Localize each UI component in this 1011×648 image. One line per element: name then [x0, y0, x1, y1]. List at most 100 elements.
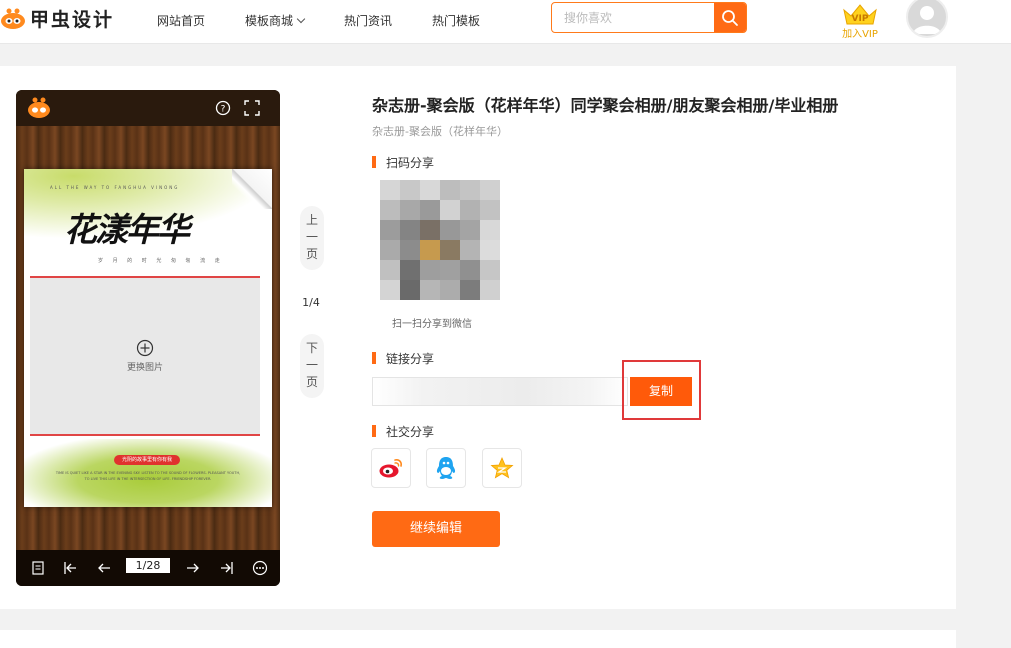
qr-cell	[400, 220, 420, 240]
album-page: ALL THE WAY TO FANGHUA VINONG 花漾年华 岁 月 的…	[24, 169, 272, 507]
qr-cell	[380, 280, 400, 300]
weibo-share-button[interactable]	[371, 448, 411, 488]
page-bottom-text: TIME IS QUIET LIKE A STAR IN THE EVENING…	[55, 471, 241, 481]
help-icon[interactable]: ?	[215, 100, 231, 116]
qr-code	[380, 180, 500, 300]
album-preview-phone: ? ALL THE WAY TO FANGHUA VINONG 花漾年华 岁 月…	[16, 90, 280, 586]
qr-cell	[460, 180, 480, 200]
fullscreen-icon[interactable]	[244, 100, 260, 116]
qr-cell	[420, 180, 440, 200]
vip-badge-text: VIP	[852, 14, 869, 24]
search-input[interactable]	[552, 3, 714, 32]
last-page-icon[interactable]	[219, 560, 235, 576]
qr-cell	[400, 260, 420, 280]
vip-crown-icon: VIP	[843, 4, 877, 25]
prev-page-icon[interactable]	[96, 560, 112, 576]
svg-text:?: ?	[221, 105, 226, 115]
qr-cell	[380, 260, 400, 280]
qq-share-button[interactable]	[426, 448, 466, 488]
nav-template-mall-label: 模板商城	[245, 14, 294, 28]
first-page-icon[interactable]	[62, 560, 78, 576]
join-vip-button[interactable]: VIP 加入VIP	[840, 2, 880, 40]
logo-text: 甲虫设计	[30, 8, 115, 31]
next-page-button[interactable]: 下 一 页	[300, 334, 324, 398]
qr-cell	[420, 220, 440, 240]
continue-editing-button[interactable]: 继续编辑	[372, 511, 500, 547]
qr-caption: 扫一扫分享到微信	[392, 319, 472, 330]
qr-share-heading: 扫码分享	[372, 154, 434, 171]
qr-cell	[420, 200, 440, 220]
replace-image-area[interactable]: 更换图片	[30, 276, 260, 436]
lower-panel	[0, 630, 956, 648]
qr-cell	[460, 220, 480, 240]
user-avatar[interactable]	[906, 0, 948, 38]
qr-cell	[440, 260, 460, 280]
qr-cell	[400, 180, 420, 200]
link-share-heading: 链接分享	[372, 350, 434, 367]
prev-page-button[interactable]: 上 一 页	[300, 206, 324, 270]
template-subtitle: 杂志册-聚会版（花样年华）	[372, 125, 508, 138]
qq-icon	[436, 457, 456, 479]
page-tagline: ALL THE WAY TO FANGHUA VINONG	[50, 185, 180, 190]
qr-cell	[380, 240, 400, 260]
preview-top-bar: ?	[16, 90, 280, 126]
qr-cell	[480, 200, 500, 220]
qzone-share-button[interactable]	[482, 448, 522, 488]
nav-home-label: 网站首页	[157, 14, 206, 28]
qr-cell	[380, 180, 400, 200]
qr-cell	[460, 280, 480, 300]
qr-cell	[400, 240, 420, 260]
qr-cell	[480, 260, 500, 280]
top-header: 甲虫设计 网站首页 模板商城 热门资讯 热门模板 VIP 加入VIP	[0, 0, 1011, 44]
qr-cell	[440, 200, 460, 220]
next-page-char: 一	[305, 358, 318, 372]
qr-cell	[380, 220, 400, 240]
site-logo[interactable]: 甲虫设计	[0, 4, 114, 32]
add-circle-icon	[136, 339, 154, 357]
qr-cell	[440, 240, 460, 260]
replace-image-label: 更换图片	[126, 363, 163, 373]
list-icon[interactable]	[30, 560, 46, 576]
join-vip-label: 加入VIP	[842, 29, 878, 40]
preview-controls: 1/28	[16, 550, 280, 586]
qr-cell	[480, 240, 500, 260]
default-avatar-icon	[913, 6, 941, 34]
next-page-char: 下	[305, 341, 318, 355]
page-curl	[232, 169, 272, 209]
qr-cell	[380, 200, 400, 220]
nav-hot-news[interactable]: 热门资讯	[344, 12, 392, 29]
qr-cell	[440, 220, 460, 240]
search-box	[551, 2, 747, 33]
qr-cell	[440, 280, 460, 300]
social-share-heading: 社交分享	[372, 423, 434, 440]
beetle-logo-icon	[28, 97, 50, 118]
prev-page-char: 页	[305, 247, 318, 261]
qzone-star-icon	[490, 456, 514, 479]
qr-cell	[440, 180, 460, 200]
beetle-logo-icon	[0, 7, 26, 29]
page-subtitle: 岁 月 的 时 光 匆 匆 流 走	[98, 258, 224, 264]
copy-link-button[interactable]: 复制	[630, 377, 692, 406]
qr-cell	[420, 260, 440, 280]
nav-hot-templates[interactable]: 热门模板	[432, 12, 480, 29]
nav-home[interactable]: 网站首页	[157, 12, 205, 29]
qr-cell	[480, 220, 500, 240]
more-icon[interactable]	[252, 560, 268, 576]
qr-cell	[460, 260, 480, 280]
page-title-calligraphy: 花漾年华	[64, 210, 190, 249]
qr-cell	[460, 200, 480, 220]
nav-hot-news-label: 热门资讯	[344, 14, 393, 28]
weibo-icon	[379, 459, 402, 478]
nav-template-mall[interactable]: 模板商城	[245, 12, 306, 29]
share-link-field[interactable]	[372, 377, 628, 406]
next-page-char: 页	[305, 375, 318, 389]
next-page-icon[interactable]	[185, 560, 201, 576]
main-nav: 网站首页 模板商城 热门资讯 热门模板	[157, 12, 520, 29]
nav-hot-templates-label: 热门模板	[432, 14, 481, 28]
chevron-down-icon	[296, 14, 306, 24]
search-icon	[722, 9, 738, 26]
search-button[interactable]	[714, 3, 746, 32]
qr-cell	[400, 200, 420, 220]
page-bottom-banner: 光阴的故事里有你有我	[114, 455, 180, 465]
qr-cell	[480, 280, 500, 300]
